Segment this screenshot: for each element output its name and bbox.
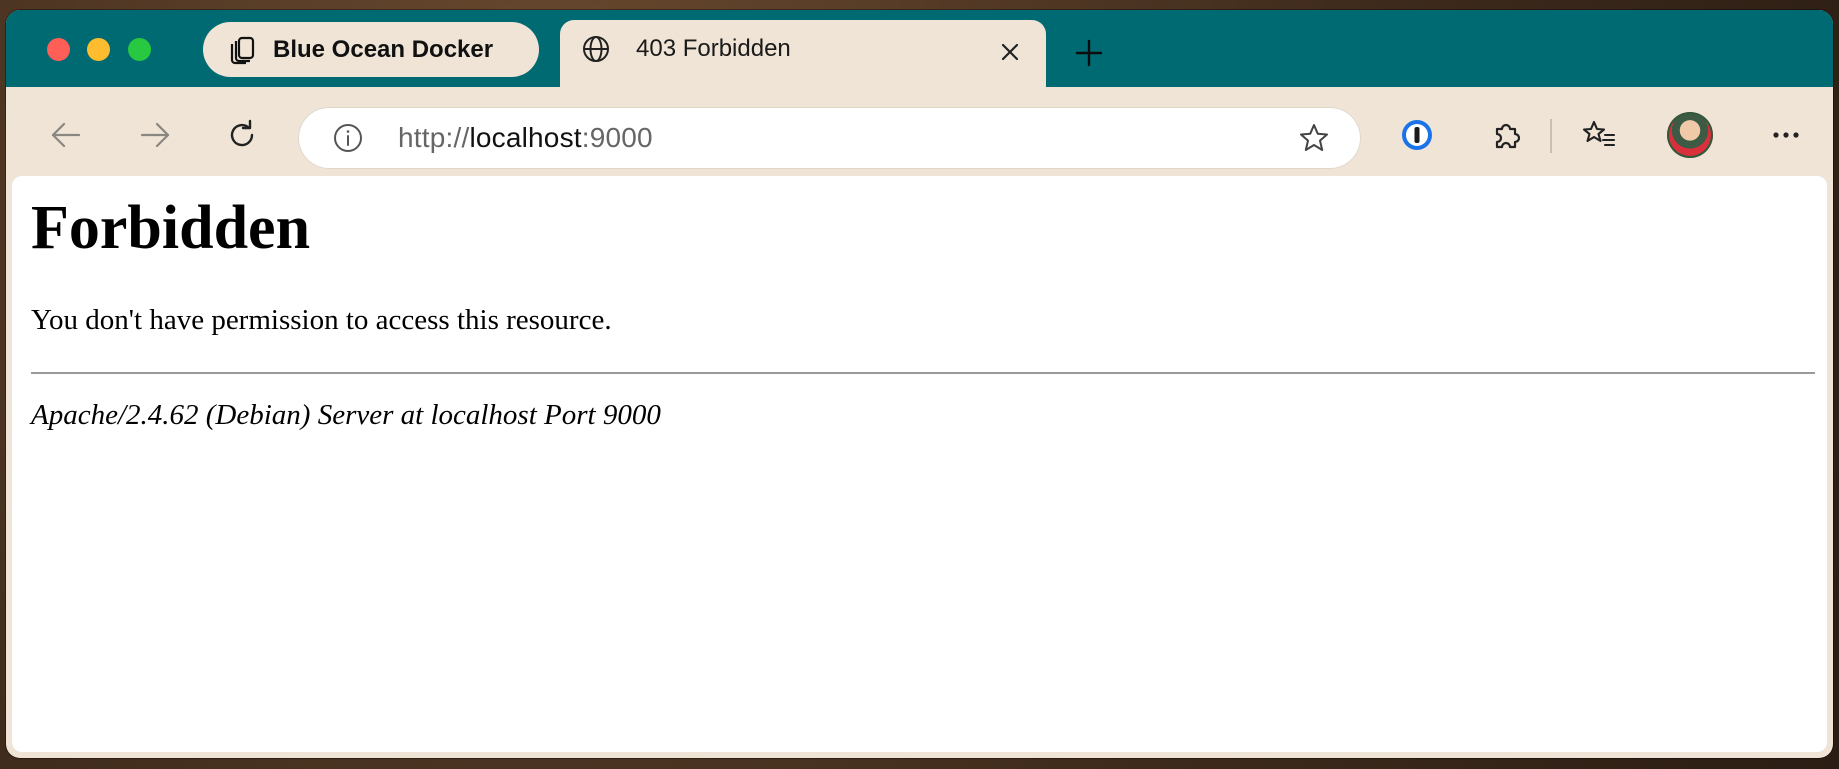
server-signature: Apache/2.4.62 (Debian) Server at localho… — [31, 399, 661, 431]
favorites-list-icon[interactable] — [1580, 116, 1618, 154]
tab-label: Blue Ocean Docker — [273, 35, 494, 63]
more-menu-icon[interactable] — [1767, 116, 1805, 154]
browser-window: Blue Ocean Docker 403 Forbidden http://l… — [6, 10, 1833, 758]
tab-bar: Blue Ocean Docker 403 Forbidden — [6, 10, 1833, 90]
avatar — [1667, 112, 1713, 158]
url-port: :9000 — [581, 122, 653, 153]
browser-toolbar: http://localhost:9000 — [6, 87, 1833, 176]
globe-icon — [578, 31, 614, 67]
profile-avatar[interactable] — [1666, 111, 1714, 159]
reload-button[interactable] — [224, 117, 260, 153]
tab-403-forbidden[interactable]: 403 Forbidden — [560, 20, 1046, 90]
tab-label: 403 Forbidden — [636, 35, 791, 62]
page-title: Forbidden — [31, 194, 311, 262]
url-text[interactable]: http://localhost:9000 — [398, 122, 653, 154]
error-message: You don't have permission to access this… — [31, 304, 612, 336]
url-host: localhost — [469, 122, 582, 153]
site-info-icon[interactable] — [331, 121, 365, 155]
close-window-button[interactable] — [47, 38, 70, 61]
divider — [31, 372, 1815, 374]
zoom-window-button[interactable] — [128, 38, 151, 61]
password-manager-icon[interactable] — [1398, 116, 1436, 154]
favorite-star-icon[interactable] — [1297, 121, 1331, 155]
forward-button[interactable] — [137, 117, 173, 153]
tab-group-icon — [225, 32, 261, 68]
new-tab-button[interactable] — [1074, 38, 1104, 68]
close-tab-icon[interactable] — [996, 38, 1024, 66]
address-bar[interactable]: http://localhost:9000 — [298, 107, 1361, 169]
url-scheme: http:// — [398, 122, 470, 153]
tab-blue-ocean-docker[interactable]: Blue Ocean Docker — [203, 22, 539, 77]
page-content: Forbidden You don't have permission to a… — [12, 176, 1827, 752]
minimize-window-button[interactable] — [87, 38, 110, 61]
toolbar-divider — [1550, 119, 1552, 153]
extensions-puzzle-icon[interactable] — [1487, 116, 1525, 154]
back-button[interactable] — [48, 117, 84, 153]
